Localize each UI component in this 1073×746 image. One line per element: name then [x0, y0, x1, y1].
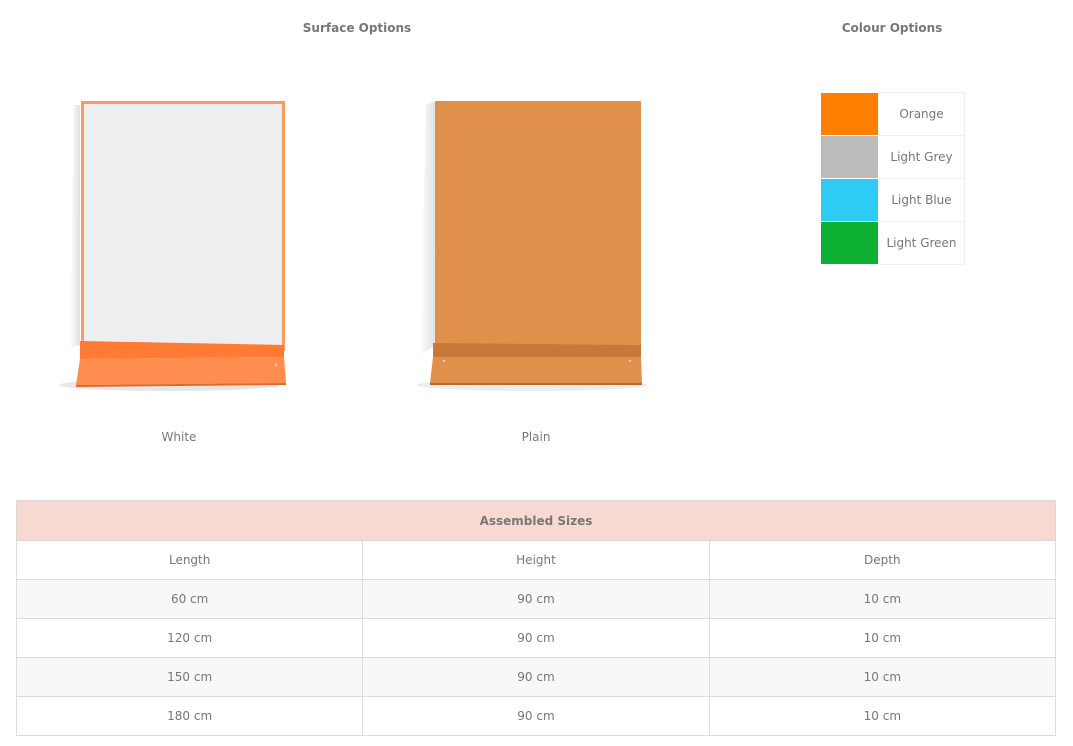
colour-options-table: Orange Light Grey Light Blue Light Green [820, 92, 965, 265]
colour-option-light-grey[interactable]: Light Grey [820, 135, 965, 179]
cell-depth: 10 cm [708, 618, 1057, 658]
table-row: 180 cm 90 cm 10 cm [15, 696, 1057, 736]
cell-length: 60 cm [15, 579, 364, 619]
cell-depth: 10 cm [708, 657, 1057, 697]
assembled-sizes-table: Assembled Sizes Length Height Depth 60 c… [15, 500, 1057, 736]
product-options-page: Surface Options Colour Options White Pla… [0, 0, 1073, 746]
cell-length: 120 cm [15, 618, 364, 658]
surface-label-white: White [161, 430, 197, 444]
colour-option-light-green[interactable]: Light Green [820, 221, 965, 265]
colour-swatch [820, 178, 879, 222]
colour-name: Light Grey [878, 135, 965, 179]
header-length: Length [15, 540, 364, 580]
cell-length: 150 cm [15, 657, 364, 697]
colour-swatch [820, 221, 879, 265]
cell-height: 90 cm [362, 657, 710, 697]
colour-name: Light Blue [878, 178, 965, 222]
cell-height: 90 cm [362, 579, 710, 619]
table-row: 150 cm 90 cm 10 cm [15, 657, 1057, 697]
header-height: Height [362, 540, 710, 580]
colour-swatch [820, 92, 879, 136]
colour-options-title: Colour Options [841, 21, 943, 35]
colour-option-light-blue[interactable]: Light Blue [820, 178, 965, 222]
header-depth: Depth [708, 540, 1057, 580]
cell-height: 90 cm [362, 696, 710, 736]
table-row: 60 cm 90 cm 10 cm [15, 579, 1057, 619]
surface-label-plain: Plain [521, 430, 551, 444]
cell-depth: 10 cm [708, 579, 1057, 619]
colour-option-orange[interactable]: Orange [820, 92, 965, 136]
colour-name: Light Green [878, 221, 965, 265]
surface-options-title: Surface Options [302, 21, 412, 35]
cell-length: 180 cm [15, 696, 364, 736]
white-surface-image [44, 95, 294, 395]
sizes-header-row: Length Height Depth [15, 540, 1057, 580]
colour-swatch [820, 135, 879, 179]
cell-depth: 10 cm [708, 696, 1057, 736]
colour-name: Orange [878, 92, 965, 136]
plain-surface-image [412, 95, 652, 395]
table-row: 120 cm 90 cm 10 cm [15, 618, 1057, 658]
sizes-caption: Assembled Sizes [16, 500, 1056, 541]
cell-height: 90 cm [362, 618, 710, 658]
